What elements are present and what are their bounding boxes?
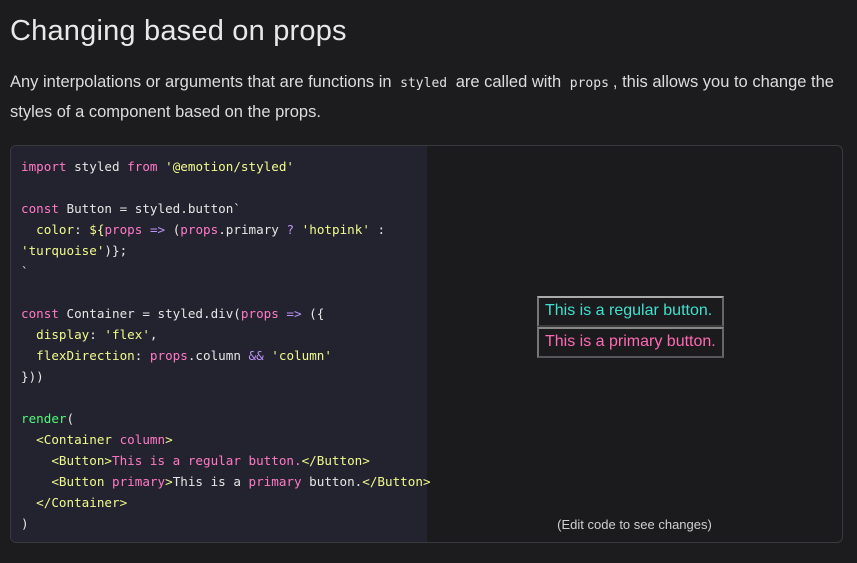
primary-button[interactable]: This is a primary button. — [537, 327, 724, 358]
code-line[interactable]: </Container> — [21, 495, 127, 510]
description-text-2: are called with — [455, 73, 562, 91]
description-text-1: Any interpolations or arguments that are… — [10, 73, 392, 91]
code-line[interactable]: render( — [21, 411, 74, 426]
docs-page: Changing based on props Any interpolatio… — [0, 0, 857, 563]
code-line[interactable]: display: 'flex', — [21, 327, 157, 342]
live-preview: This is a regular button. This is a prim… — [427, 146, 842, 542]
preview-container: This is a regular button. This is a prim… — [537, 296, 724, 358]
edit-hint: (Edit code to see changes) — [557, 517, 712, 532]
code-line[interactable]: const Button = styled.button` — [21, 201, 241, 216]
section-heading: Changing based on props — [10, 15, 347, 47]
code-line[interactable]: <Button>This is a regular button.</Butto… — [21, 453, 370, 468]
code-line[interactable]: import styled from '@emotion/styled' — [21, 159, 294, 174]
code-block[interactable]: import styled from '@emotion/styled' con… — [11, 146, 431, 534]
inline-code-styled: styled — [400, 76, 448, 91]
code-line[interactable]: <Button primary>This is a primary button… — [21, 474, 430, 489]
code-line[interactable]: 'turquoise')}; — [21, 243, 127, 258]
code-line[interactable]: color: ${props => (props.primary ? 'hotp… — [21, 222, 385, 237]
code-line[interactable]: ` — [21, 264, 29, 279]
code-line[interactable]: })) — [21, 369, 44, 384]
code-line[interactable]: ) — [21, 516, 29, 531]
code-line[interactable]: flexDirection: props.column && 'column' — [21, 348, 332, 363]
inline-code-props: props — [569, 76, 609, 91]
regular-button[interactable]: This is a regular button. — [537, 296, 724, 327]
section-description: Any interpolations or arguments that are… — [10, 68, 840, 126]
code-line[interactable]: const Container = styled.div(props => ({ — [21, 306, 324, 321]
code-editor[interactable]: import styled from '@emotion/styled' con… — [11, 146, 431, 542]
live-code-example: import styled from '@emotion/styled' con… — [10, 145, 843, 543]
code-line[interactable]: <Container column> — [21, 432, 173, 447]
